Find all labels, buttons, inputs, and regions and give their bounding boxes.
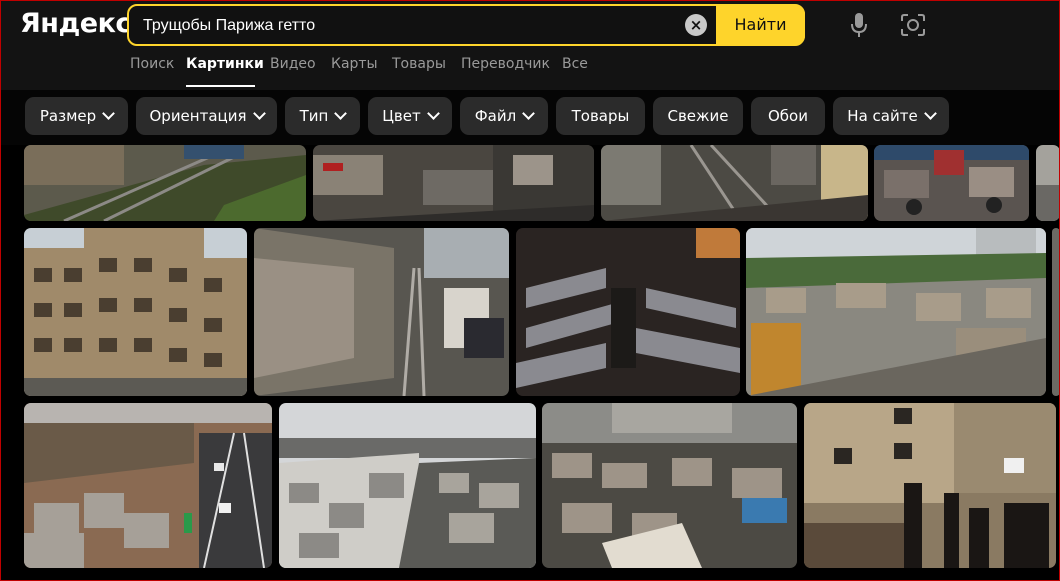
image-result[interactable] — [313, 145, 594, 221]
tab-images[interactable]: Картинки — [186, 56, 264, 72]
tab-products[interactable]: Товары — [392, 56, 446, 72]
filter-wallpapers[interactable]: Обои — [751, 97, 825, 135]
active-tab-indicator — [186, 85, 255, 87]
filter-label: Цвет — [382, 107, 421, 125]
filter-label: Файл — [474, 107, 517, 125]
image-result[interactable] — [254, 228, 509, 396]
image-result[interactable] — [804, 403, 1056, 568]
close-icon[interactable]: × — [685, 14, 707, 36]
header: Яндекс × Найти Поиск Картинки Видео Карт… — [0, 0, 1060, 90]
search-box: × Найти — [127, 4, 805, 46]
filter-label: Товары — [571, 107, 630, 125]
image-result[interactable] — [279, 403, 536, 568]
image-result[interactable] — [1052, 228, 1060, 396]
filter-products[interactable]: Товары — [556, 97, 645, 135]
tab-search[interactable]: Поиск — [130, 56, 174, 72]
filter-label: Ориентация — [149, 107, 247, 125]
chevron-down-icon — [334, 107, 348, 120]
image-result[interactable] — [24, 228, 247, 396]
image-result[interactable] — [746, 228, 1046, 396]
tab-video[interactable]: Видео — [270, 56, 316, 72]
filter-on-site[interactable]: На сайте — [833, 97, 949, 135]
chevron-down-icon — [522, 107, 536, 120]
yandex-logo[interactable]: Яндекс — [20, 8, 131, 39]
chevron-down-icon — [102, 107, 116, 120]
microphone-icon[interactable] — [849, 12, 869, 38]
image-result[interactable] — [1036, 145, 1060, 221]
filter-file[interactable]: Файл — [460, 97, 548, 135]
image-result[interactable] — [601, 145, 868, 221]
filter-label: На сайте — [847, 107, 918, 125]
filter-orientation[interactable]: Ориентация — [136, 97, 277, 135]
image-result[interactable] — [516, 228, 740, 396]
filter-label: Обои — [768, 107, 808, 125]
image-result[interactable] — [24, 145, 306, 221]
tab-translator[interactable]: Переводчик — [461, 56, 550, 72]
filter-label: Тип — [299, 107, 329, 125]
filter-label: Размер — [39, 107, 97, 125]
filter-color[interactable]: Цвет — [368, 97, 452, 135]
filter-size[interactable]: Размер — [25, 97, 128, 135]
image-result[interactable] — [874, 145, 1029, 221]
image-result[interactable] — [542, 403, 797, 568]
search-input[interactable] — [141, 6, 675, 46]
filter-label: Свежие — [667, 107, 729, 125]
filter-fresh[interactable]: Свежие — [653, 97, 743, 135]
tab-maps[interactable]: Карты — [331, 56, 378, 72]
tab-all[interactable]: Все — [562, 56, 588, 72]
chevron-down-icon — [426, 107, 440, 120]
camera-search-icon[interactable] — [900, 13, 926, 37]
image-result[interactable] — [24, 403, 272, 568]
filter-type[interactable]: Тип — [285, 97, 360, 135]
chevron-down-icon — [923, 107, 937, 120]
find-button[interactable]: Найти — [716, 6, 805, 44]
chevron-down-icon — [252, 107, 266, 120]
